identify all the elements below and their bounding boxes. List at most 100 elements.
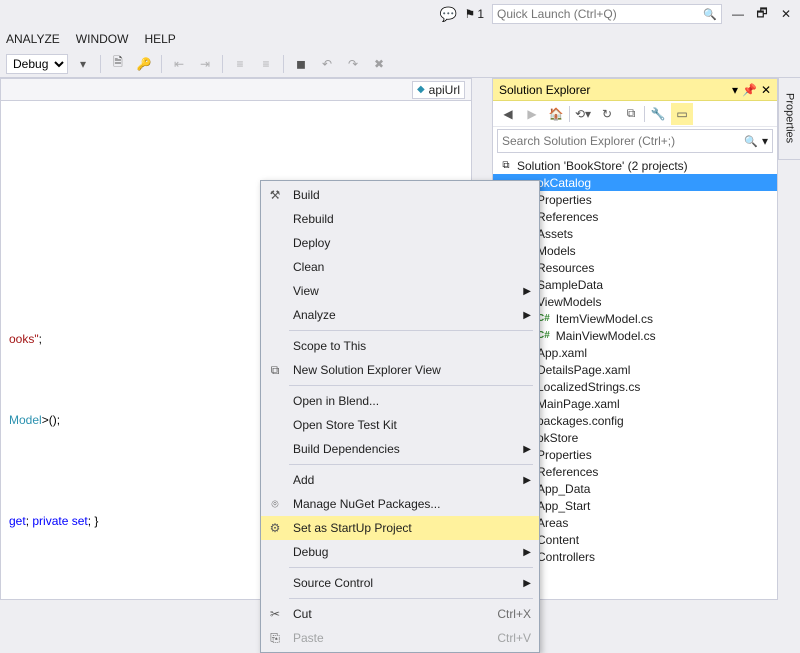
feedback-icon[interactable]: 💬: [441, 6, 457, 22]
pin-icon[interactable]: 📌: [742, 83, 757, 97]
tree-item-label: App_Data: [537, 482, 590, 496]
next-bookmark-icon[interactable]: ↷: [342, 53, 364, 75]
home-icon[interactable]: 🏠: [545, 103, 567, 125]
menu-item-label: Clean: [293, 260, 531, 274]
member-dropdown[interactable]: ◆ apiUrl: [412, 81, 465, 99]
properties-tab[interactable]: Properties: [778, 78, 800, 160]
outdent-icon[interactable]: ≡: [229, 53, 251, 75]
menu-item-label: Paste: [293, 631, 489, 645]
quick-launch-input[interactable]: [497, 7, 703, 21]
context-menu-item[interactable]: Open in Blend...: [261, 389, 539, 413]
back-icon[interactable]: ◀: [497, 103, 519, 125]
submenu-arrow-icon: ▶: [523, 310, 531, 321]
context-menu-item[interactable]: View▶: [261, 279, 539, 303]
context-menu-item[interactable]: Debug▶: [261, 540, 539, 564]
menu-item-label: Cut: [293, 607, 489, 621]
dropdown-icon[interactable]: ▾: [732, 83, 738, 97]
close-panel-icon[interactable]: ✕: [761, 83, 771, 97]
solution-root[interactable]: ⧉ Solution 'BookStore' (2 projects): [493, 157, 777, 174]
context-menu-item: ⎘PasteCtrl+V: [261, 626, 539, 650]
context-menu-item[interactable]: ⧉ New Solution Explorer View: [261, 358, 539, 382]
new-item-icon[interactable]: 🗎: [107, 53, 129, 75]
collapse-icon[interactable]: ⧉: [620, 103, 642, 125]
context-menu-item[interactable]: ⚙Set as StartUp Project: [261, 516, 539, 540]
tree-item-label: DetailsPage.xaml: [537, 363, 630, 377]
menu-separator: [289, 464, 533, 465]
context-menu-item[interactable]: Open Store Test Kit: [261, 413, 539, 437]
context-menu-item[interactable]: Deploy: [261, 231, 539, 255]
context-menu-item[interactable]: ⚒ Build: [261, 183, 539, 207]
menu-item-label: View: [293, 284, 515, 298]
menu-window[interactable]: WINDOW: [76, 32, 129, 46]
menu-item-icon: ⧉: [265, 363, 285, 378]
indent-out-icon[interactable]: ⇤: [168, 53, 190, 75]
code-text: ooks": [9, 332, 39, 346]
code-text: >();: [42, 413, 60, 427]
minimize-button[interactable]: —: [730, 6, 746, 22]
code-text: get: [9, 514, 26, 528]
context-menu-item[interactable]: Source Control▶: [261, 571, 539, 595]
show-all-icon[interactable]: ▭: [671, 103, 693, 125]
member-dropdown-label: apiUrl: [429, 83, 460, 97]
clear-bookmarks-icon[interactable]: ✖: [368, 53, 390, 75]
tree-item-label: okCatalog: [537, 176, 591, 190]
sync-icon[interactable]: ⟲▾: [572, 103, 594, 125]
refresh-icon[interactable]: ↻: [596, 103, 618, 125]
solution-root-label: Solution 'BookStore' (2 projects): [517, 159, 688, 173]
menu-item-icon: ✂: [265, 607, 285, 621]
menu-item-label: Scope to This: [293, 339, 531, 353]
solution-explorer-toolbar: ◀ ▶ 🏠 ⟲▾ ↻ ⧉ 🔧 ▭: [493, 101, 777, 127]
context-menu-item[interactable]: Add▶: [261, 468, 539, 492]
properties-icon[interactable]: 🔧: [647, 103, 669, 125]
close-button[interactable]: ✕: [778, 6, 794, 22]
menu-item-label: New Solution Explorer View: [293, 363, 531, 377]
forward-icon[interactable]: ▶: [521, 103, 543, 125]
code-text: private: [32, 514, 68, 528]
notification-count: 1: [477, 7, 484, 21]
configuration-dropdown[interactable]: Debug: [6, 54, 68, 74]
quick-launch[interactable]: 🔍: [492, 4, 722, 24]
separator: [569, 106, 570, 122]
tree-item-label: Resources: [537, 261, 594, 275]
menu-analyze[interactable]: ANALYZE: [6, 32, 60, 46]
bookmark-icon[interactable]: ◼: [290, 53, 312, 75]
menu-separator: [289, 598, 533, 599]
indent-in-icon[interactable]: ⇥: [194, 53, 216, 75]
context-menu-item[interactable]: Build Dependencies▶: [261, 437, 539, 461]
context-menu-item[interactable]: Rebuild: [261, 207, 539, 231]
prev-bookmark-icon[interactable]: ↶: [316, 53, 338, 75]
search-dropdown-icon[interactable]: ▾: [762, 134, 768, 148]
indent-icon[interactable]: ≡: [255, 53, 277, 75]
restore-button[interactable]: 🗗: [754, 6, 770, 22]
tree-item-label: MainViewModel.cs: [556, 329, 656, 343]
menu-item-label: Set as StartUp Project: [293, 521, 531, 535]
tree-item-label: ItemViewModel.cs: [556, 312, 653, 326]
submenu-arrow-icon: ▶: [523, 547, 531, 558]
context-menu-item[interactable]: Clean: [261, 255, 539, 279]
solution-search-input[interactable]: [502, 134, 744, 148]
menu-help[interactable]: HELP: [144, 32, 175, 46]
menu-separator: [289, 330, 533, 331]
tree-item-label: Models: [537, 244, 576, 258]
search-icon: 🔍: [703, 8, 717, 21]
tree-item-label: App.xaml: [537, 346, 587, 360]
menu-item-label: Build Dependencies: [293, 442, 515, 456]
menu-item-icon: ⌾: [265, 497, 285, 512]
tree-item-label: ViewModels: [537, 295, 601, 309]
code-text: ;: [39, 332, 42, 346]
context-menu-item[interactable]: Analyze▶: [261, 303, 539, 327]
context-menu-item[interactable]: ⌾Manage NuGet Packages...: [261, 492, 539, 516]
menu-separator: [289, 567, 533, 568]
toolbar-button[interactable]: ▾: [72, 53, 94, 75]
find-icon[interactable]: 🔑: [133, 53, 155, 75]
context-menu-item[interactable]: ✂CutCtrl+X: [261, 602, 539, 626]
tree-item-label: LocalizedStrings.cs: [537, 380, 640, 394]
solution-explorer-search[interactable]: 🔍 ▾: [497, 129, 773, 153]
notification-flag[interactable]: ⚑ 1: [465, 7, 484, 21]
tree-item-label: Properties: [537, 448, 592, 462]
tree-item-label: okStore: [537, 431, 578, 445]
menu-item-label: Build: [293, 188, 531, 202]
menu-item-icon: ⚒: [265, 188, 285, 202]
panel-title: Solution Explorer: [499, 83, 590, 97]
context-menu-item[interactable]: Scope to This: [261, 334, 539, 358]
